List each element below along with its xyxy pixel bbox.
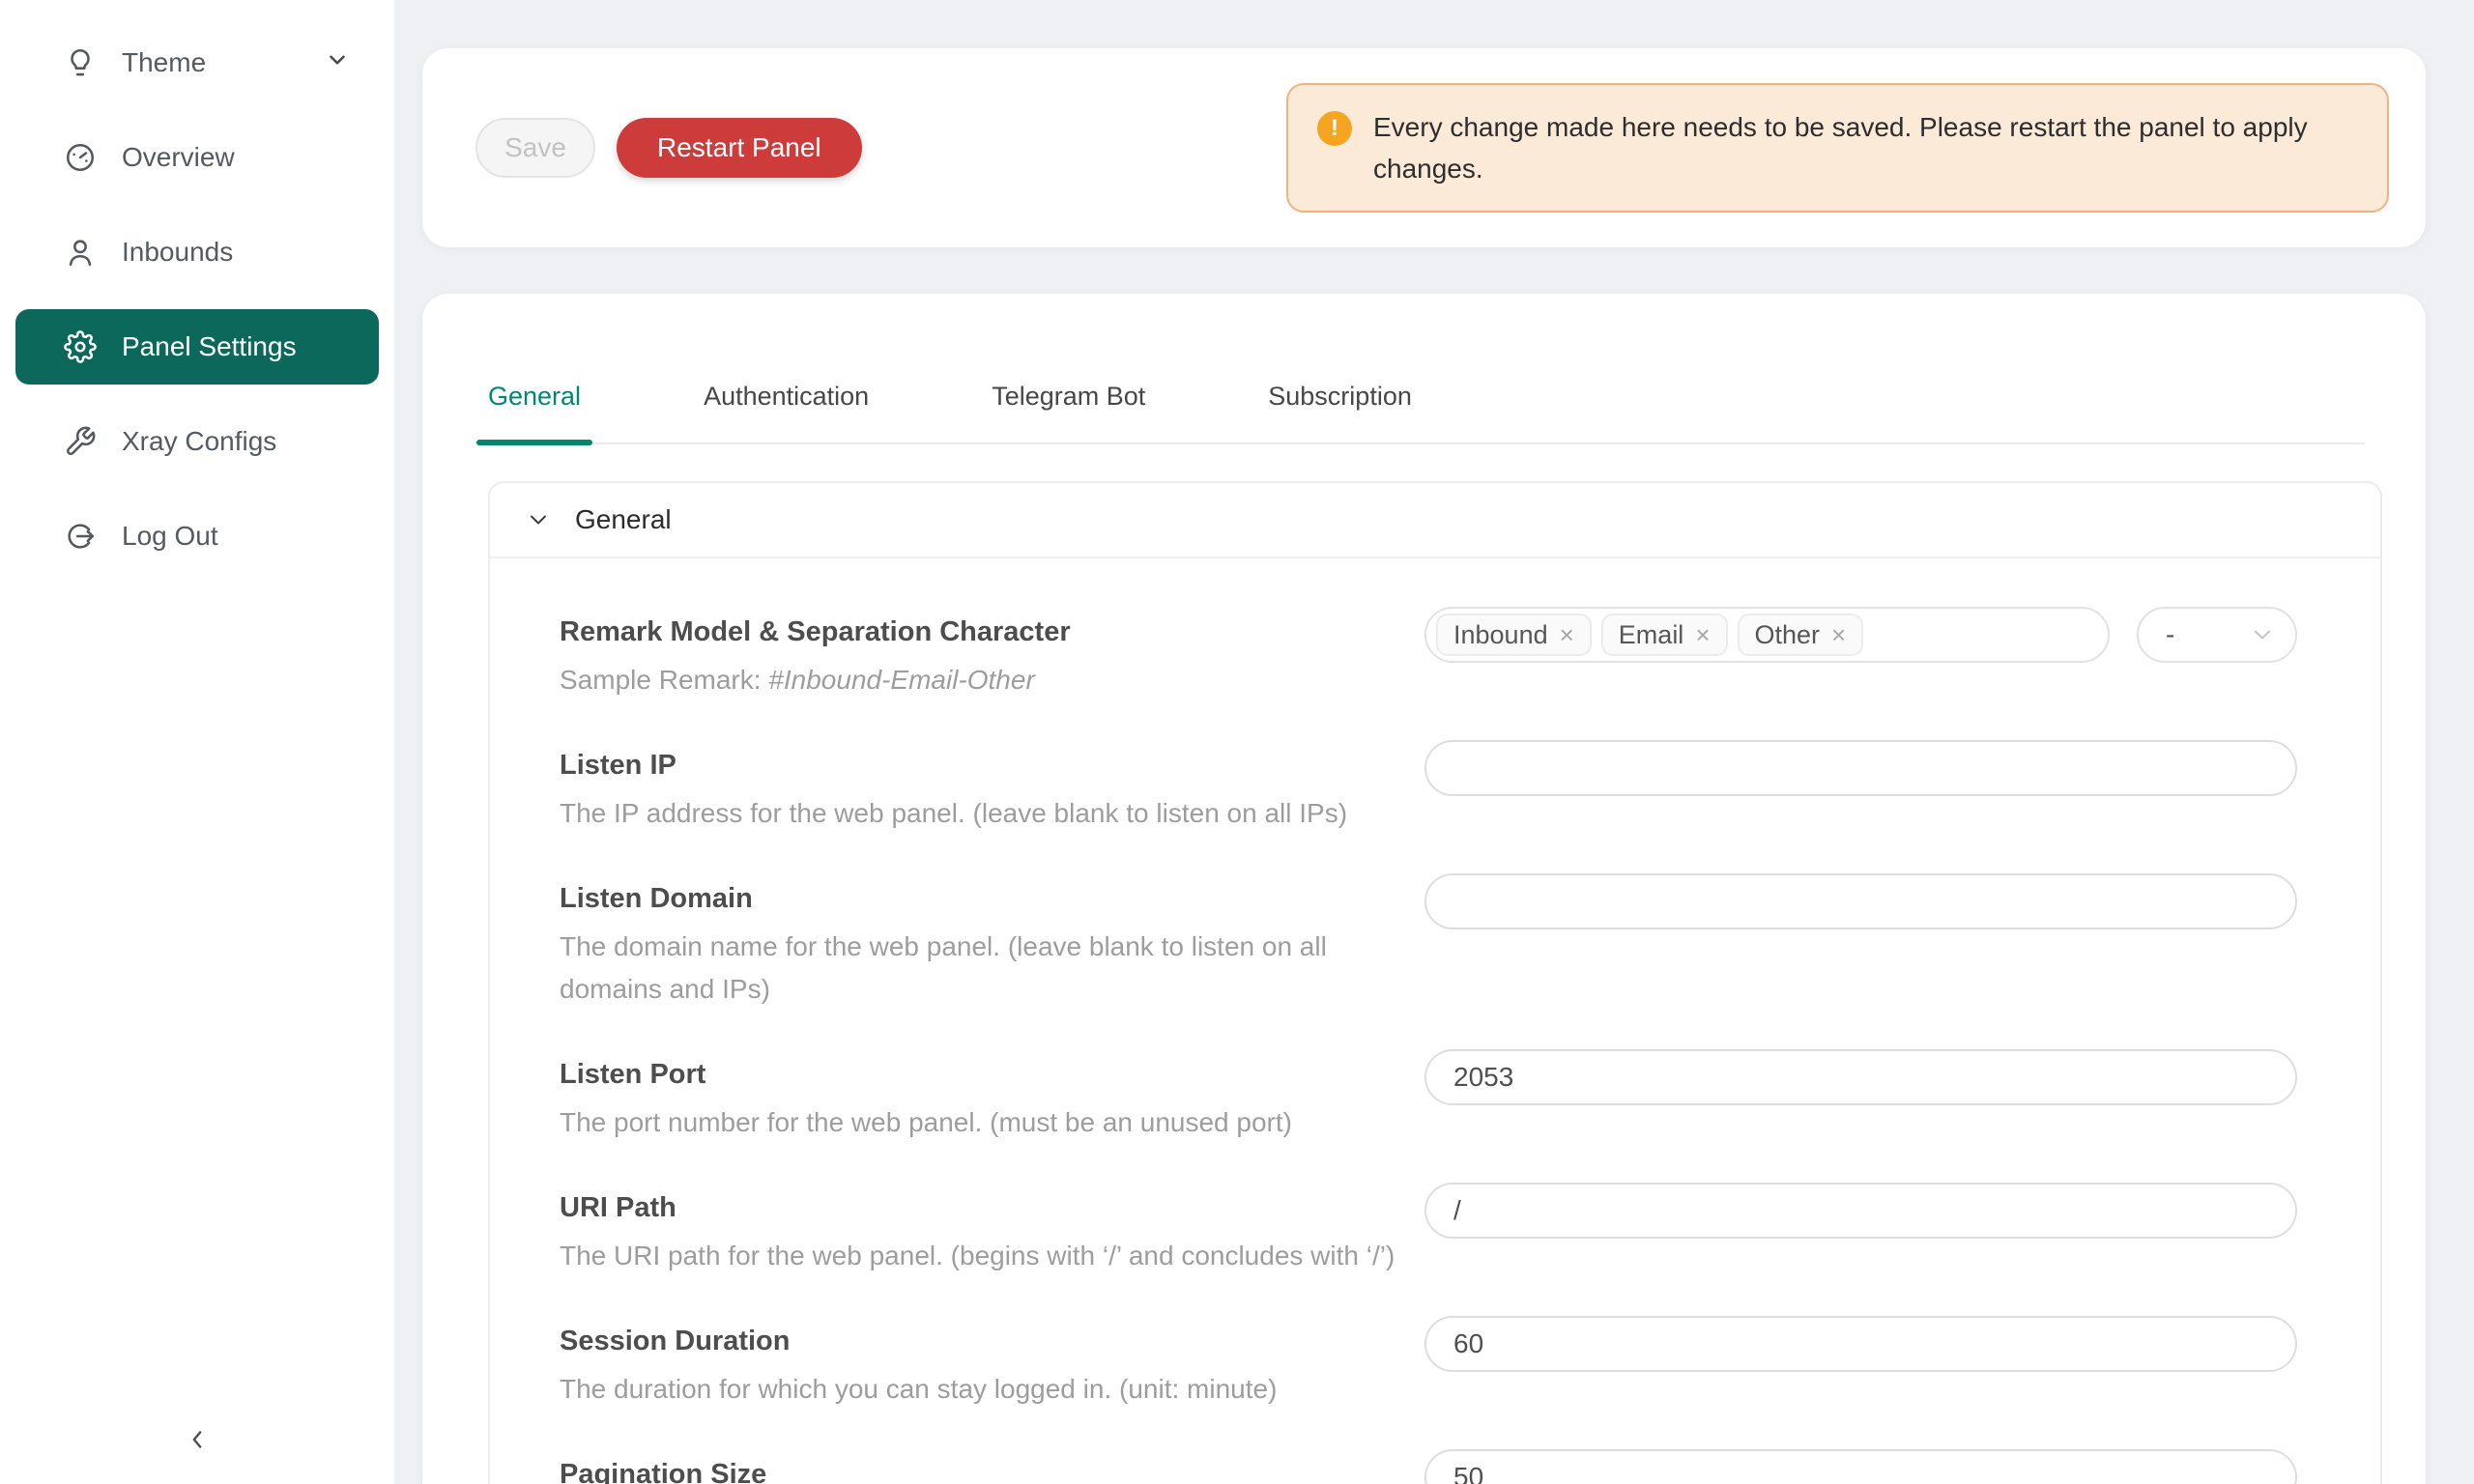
sidebar-item-label: Panel Settings (122, 331, 297, 362)
select-value: - (2166, 619, 2174, 650)
field-label: Session Duration (560, 1322, 1395, 1360)
general-collapse-panel: General Remark Model & Separation Charac… (488, 481, 2382, 1484)
lightbulb-icon (64, 46, 97, 79)
chevron-down-icon (2251, 623, 2274, 646)
form-row-listen-port: Listen Port The port number for the web … (560, 1055, 2297, 1144)
sidebar-item-inbounds[interactable]: Inbounds (15, 214, 379, 290)
sidebar-item-log-out[interactable]: Log Out (15, 499, 379, 574)
sidebar-item-xray-configs[interactable]: Xray Configs (15, 404, 379, 479)
field-label: Listen Port (560, 1055, 1395, 1094)
sample-remark-value: #Inbound-Email-Other (768, 665, 1034, 695)
sidebar-item-overview[interactable]: Overview (15, 120, 379, 195)
sidebar: Theme Overview Inbounds Panel Settings X… (0, 0, 394, 1484)
form-row-listen-domain: Listen Domain The domain name for the we… (560, 879, 2297, 1011)
field-description: The IP address for the web panel. (leave… (560, 792, 1395, 835)
warning-circle-icon: ! (1317, 111, 1352, 146)
chevron-down-icon (325, 47, 350, 79)
save-button[interactable]: Save (475, 118, 595, 178)
gear-icon (64, 330, 97, 363)
field-label: Pagination Size (560, 1455, 1395, 1484)
restart-panel-button[interactable]: Restart Panel (617, 118, 862, 178)
settings-card: General Authentication Telegram Bot Subs… (422, 294, 2426, 1484)
chevron-left-icon (183, 1425, 212, 1454)
sidebar-collapse-button[interactable] (168, 1411, 226, 1469)
tag-email: Email × (1601, 614, 1728, 656)
form-row-session-duration: Session Duration The duration for which … (560, 1322, 2297, 1411)
sidebar-item-theme[interactable]: Theme (15, 25, 379, 100)
sidebar-item-label: Inbounds (122, 237, 233, 268)
form-row-pagination-size: Pagination Size (560, 1455, 2297, 1484)
user-icon (64, 236, 97, 269)
tab-authentication[interactable]: Authentication (704, 379, 869, 442)
sidebar-item-label: Theme (122, 47, 206, 78)
field-description: The duration for which you can stay logg… (560, 1368, 1395, 1411)
chevron-down-icon (527, 508, 550, 531)
listen-domain-input[interactable] (1424, 873, 2297, 929)
separation-character-select[interactable]: - (2137, 607, 2297, 663)
field-description: Sample Remark: #Inbound-Email-Other (560, 659, 1395, 701)
tag-other: Other × (1738, 614, 1864, 656)
general-section-body: Remark Model & Separation Character Samp… (490, 558, 2380, 1484)
tab-subscription[interactable]: Subscription (1268, 379, 1412, 442)
remark-model-tags-input[interactable]: Inbound × Email × Other × (1424, 607, 2110, 663)
tab-general[interactable]: General (488, 379, 581, 442)
tag-remove-icon[interactable]: × (1695, 622, 1710, 647)
listen-ip-input[interactable] (1424, 740, 2297, 796)
form-row-remark-model: Remark Model & Separation Character Samp… (560, 613, 2297, 701)
field-label: Remark Model & Separation Character (560, 613, 1395, 651)
alert-text: Every change made here needs to be saved… (1373, 106, 2358, 190)
tag-remove-icon[interactable]: × (1560, 622, 1574, 647)
form-row-listen-ip: Listen IP The IP address for the web pan… (560, 746, 2297, 835)
field-description: The URI path for the web panel. (begins … (560, 1235, 1395, 1277)
field-description: The domain name for the web panel. (leav… (560, 926, 1395, 1011)
field-label: URI Path (560, 1188, 1395, 1227)
sidebar-item-label: Log Out (122, 521, 218, 552)
dashboard-icon (64, 141, 97, 174)
restart-warning-alert: ! Every change made here needs to be sav… (1286, 83, 2389, 214)
sidebar-item-label: Xray Configs (122, 426, 276, 457)
sidebar-item-panel-settings[interactable]: Panel Settings (15, 309, 379, 385)
tag-remove-icon[interactable]: × (1831, 622, 1846, 647)
toolbar-card: Save Restart Panel ! Every change made h… (422, 48, 2426, 247)
form-row-uri-path: URI Path The URI path for the web panel.… (560, 1188, 2297, 1277)
general-section-header[interactable]: General (490, 483, 2380, 558)
wrench-icon (64, 425, 97, 458)
field-label: Listen Domain (560, 879, 1395, 918)
pagination-size-input[interactable] (1424, 1449, 2297, 1484)
tag-inbound: Inbound × (1436, 614, 1592, 656)
logout-icon (64, 520, 97, 553)
session-duration-input[interactable] (1424, 1316, 2297, 1372)
sidebar-item-label: Overview (122, 142, 235, 173)
field-description: The port number for the web panel. (must… (560, 1101, 1395, 1144)
section-title: General (575, 504, 672, 535)
field-label: Listen IP (560, 746, 1395, 785)
uri-path-input[interactable] (1424, 1183, 2297, 1239)
main-content: Save Restart Panel ! Every change made h… (394, 0, 2474, 1484)
tab-telegram-bot[interactable]: Telegram Bot (992, 379, 1145, 442)
listen-port-input[interactable] (1424, 1049, 2297, 1105)
settings-tabs: General Authentication Telegram Bot Subs… (483, 294, 2365, 444)
